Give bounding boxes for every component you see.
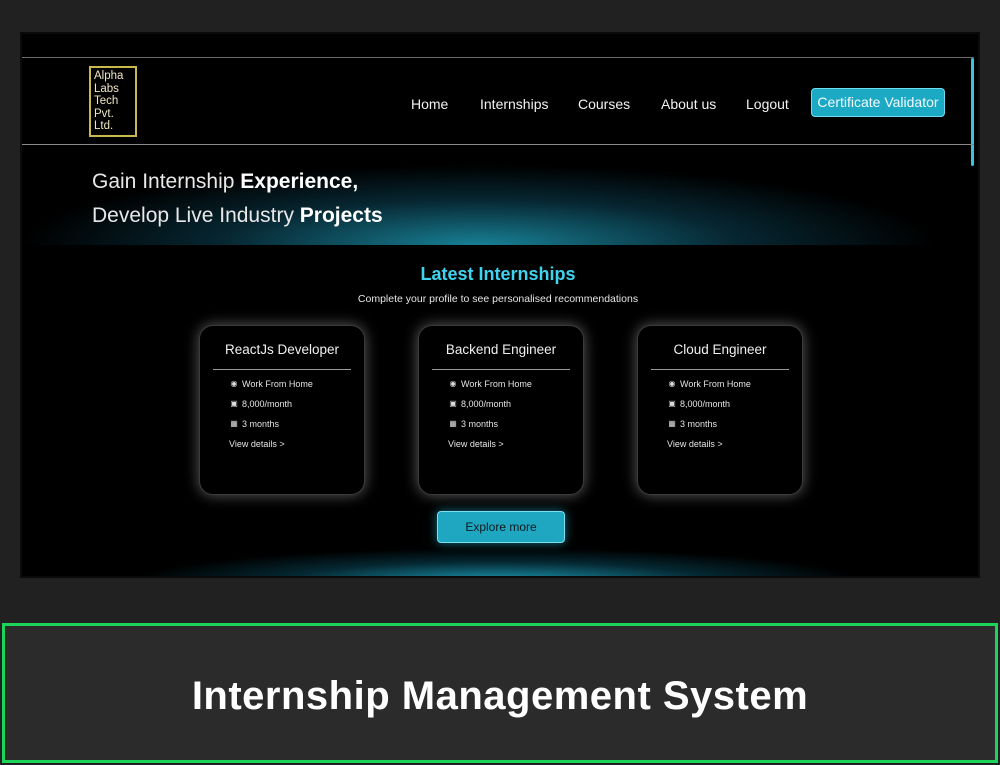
logo-line: Tech — [94, 95, 119, 107]
map-pin-icon: ◉ — [668, 379, 676, 388]
bottom-glow — [22, 542, 974, 576]
duration-text: 3 months — [242, 419, 280, 429]
website-screenshot: Alpha Labs Tech Pvt. Ltd. Home Internshi… — [20, 32, 980, 578]
section-title: Latest Internships — [420, 264, 576, 284]
calendar-icon: ▦ — [230, 419, 238, 428]
location-text: Work From Home — [461, 379, 532, 389]
nav-courses[interactable]: Courses — [578, 96, 630, 112]
view-details-link[interactable]: View details > — [229, 439, 285, 449]
card-divider — [213, 369, 351, 370]
section-subtitle: Complete your profile to see personalise… — [357, 293, 639, 305]
logo-line: Ltd. — [94, 120, 114, 132]
card-divider — [651, 369, 789, 370]
hero-emphasis: Experience, — [240, 170, 359, 193]
location-text: Work From Home — [242, 379, 313, 389]
top-divider — [22, 57, 974, 58]
money-icon: ▣ — [668, 399, 676, 408]
hero-line-2: Develop Live Industry Projects — [92, 204, 383, 228]
money-icon: ▣ — [449, 399, 457, 408]
logo-line: Labs — [94, 82, 119, 95]
card-divider — [432, 369, 570, 370]
nav-about-us[interactable]: About us — [661, 96, 716, 112]
location-text: Work From Home — [680, 379, 751, 389]
explore-more-button[interactable]: Explore more — [437, 511, 565, 543]
internship-card[interactable]: Cloud Engineer ◉ Work From Home ▣ 8,000/mo… — [637, 325, 803, 495]
hero-emphasis: Projects — [299, 204, 383, 227]
stipend-text: 8,000/month — [461, 399, 512, 409]
duration-text: 3 months — [461, 419, 499, 429]
hero-text: Gain Internship — [92, 170, 241, 193]
nav-internships[interactable]: Internships — [480, 96, 548, 112]
hero-line-1: Gain Internship Experience, — [92, 170, 358, 194]
hero-banner: Gain Internship Experience, Develop Live… — [22, 145, 974, 245]
card-title: Backend Engineer — [445, 342, 557, 357]
banner-title: Internship Management System — [191, 674, 809, 718]
internship-card[interactable]: ReactJs Developer ◉ Work From Home ▣ 8,000… — [199, 325, 365, 495]
map-pin-icon: ◉ — [230, 379, 238, 388]
logo-line: Alpha — [94, 70, 124, 82]
nav-logout[interactable]: Logout — [746, 96, 789, 112]
certificate-validator-button[interactable]: Certificate Validator — [811, 88, 945, 117]
money-icon: ▣ — [230, 399, 238, 408]
card-title: ReactJs Developer — [224, 342, 340, 357]
nav-home[interactable]: Home — [411, 96, 448, 112]
card-title: Cloud Engineer — [673, 342, 767, 357]
logo-line: Pvt. — [94, 107, 114, 120]
view-details-link[interactable]: View details > — [667, 439, 723, 449]
hero-text: Develop Live Industry — [92, 204, 300, 227]
calendar-icon: ▦ — [668, 419, 676, 428]
stipend-text: 8,000/month — [242, 399, 293, 409]
internship-card[interactable]: Backend Engineer ◉ Work From Home ▣ 8,000/… — [418, 325, 584, 495]
caption-banner: Internship Management System — [2, 623, 998, 763]
duration-text: 3 months — [680, 419, 718, 429]
company-logo[interactable]: Alpha Labs Tech Pvt. Ltd. — [89, 66, 137, 137]
map-pin-icon: ◉ — [449, 379, 457, 388]
calendar-icon: ▦ — [449, 419, 457, 428]
stipend-text: 8,000/month — [680, 399, 731, 409]
view-details-link[interactable]: View details > — [448, 439, 504, 449]
